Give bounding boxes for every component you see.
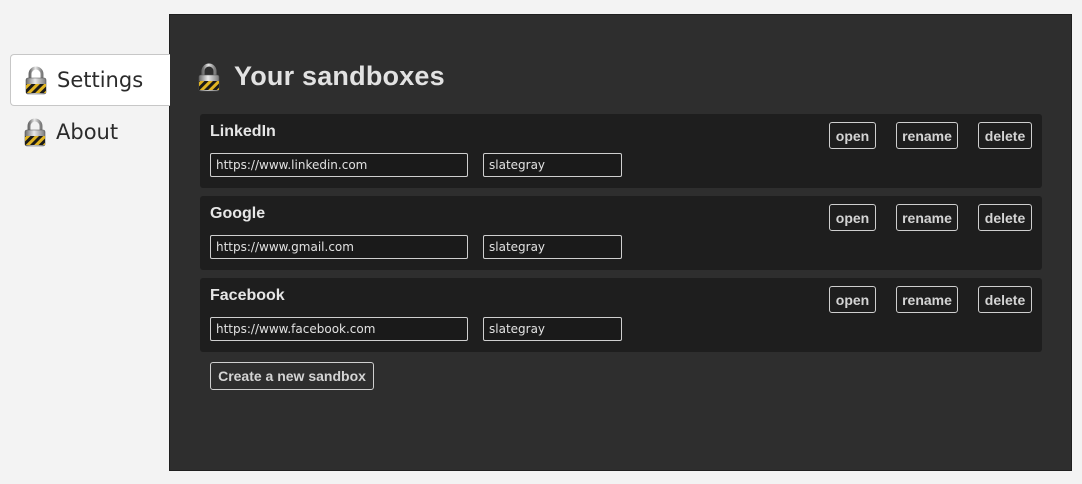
delete-button[interactable]: delete — [978, 204, 1032, 231]
sandbox-card: Google open rename delete — [200, 196, 1042, 270]
sidebar-item-settings[interactable]: Settings — [10, 54, 170, 106]
padlock-icon — [25, 65, 47, 95]
sandbox-name: Facebook — [210, 287, 285, 304]
padlock-icon — [198, 62, 220, 92]
sandbox-color-input[interactable] — [483, 317, 622, 341]
settings-panel: Your sandboxes LinkedIn open rename dele… — [169, 14, 1072, 471]
sandbox-url-input[interactable] — [210, 235, 468, 259]
app-root: Settings About Your sandboxes LinkedIn o… — [0, 0, 1082, 484]
sidebar: Settings About — [10, 54, 170, 158]
rename-button[interactable]: rename — [896, 204, 958, 231]
sandbox-url-input[interactable] — [210, 153, 468, 177]
open-button[interactable]: open — [829, 204, 876, 231]
sandbox-card: LinkedIn open rename delete — [200, 114, 1042, 188]
sandbox-url-input[interactable] — [210, 317, 468, 341]
sandbox-card: Facebook open rename delete — [200, 278, 1042, 352]
open-button[interactable]: open — [829, 122, 876, 149]
rename-button[interactable]: rename — [896, 122, 958, 149]
sidebar-item-about[interactable]: About — [10, 106, 170, 158]
delete-button[interactable]: delete — [978, 286, 1032, 313]
sandbox-color-input[interactable] — [483, 153, 622, 177]
delete-button[interactable]: delete — [978, 122, 1032, 149]
page-header: Your sandboxes — [198, 61, 445, 92]
sandbox-color-input[interactable] — [483, 235, 622, 259]
sandbox-name: Google — [210, 205, 266, 222]
padlock-icon — [24, 117, 46, 147]
rename-button[interactable]: rename — [896, 286, 958, 313]
sandbox-name: LinkedIn — [210, 123, 276, 140]
page-title: Your sandboxes — [234, 61, 445, 91]
sidebar-item-label: Settings — [57, 68, 144, 92]
sidebar-item-label: About — [56, 120, 119, 144]
create-sandbox-button[interactable]: Create a new sandbox — [210, 362, 374, 390]
open-button[interactable]: open — [829, 286, 876, 313]
